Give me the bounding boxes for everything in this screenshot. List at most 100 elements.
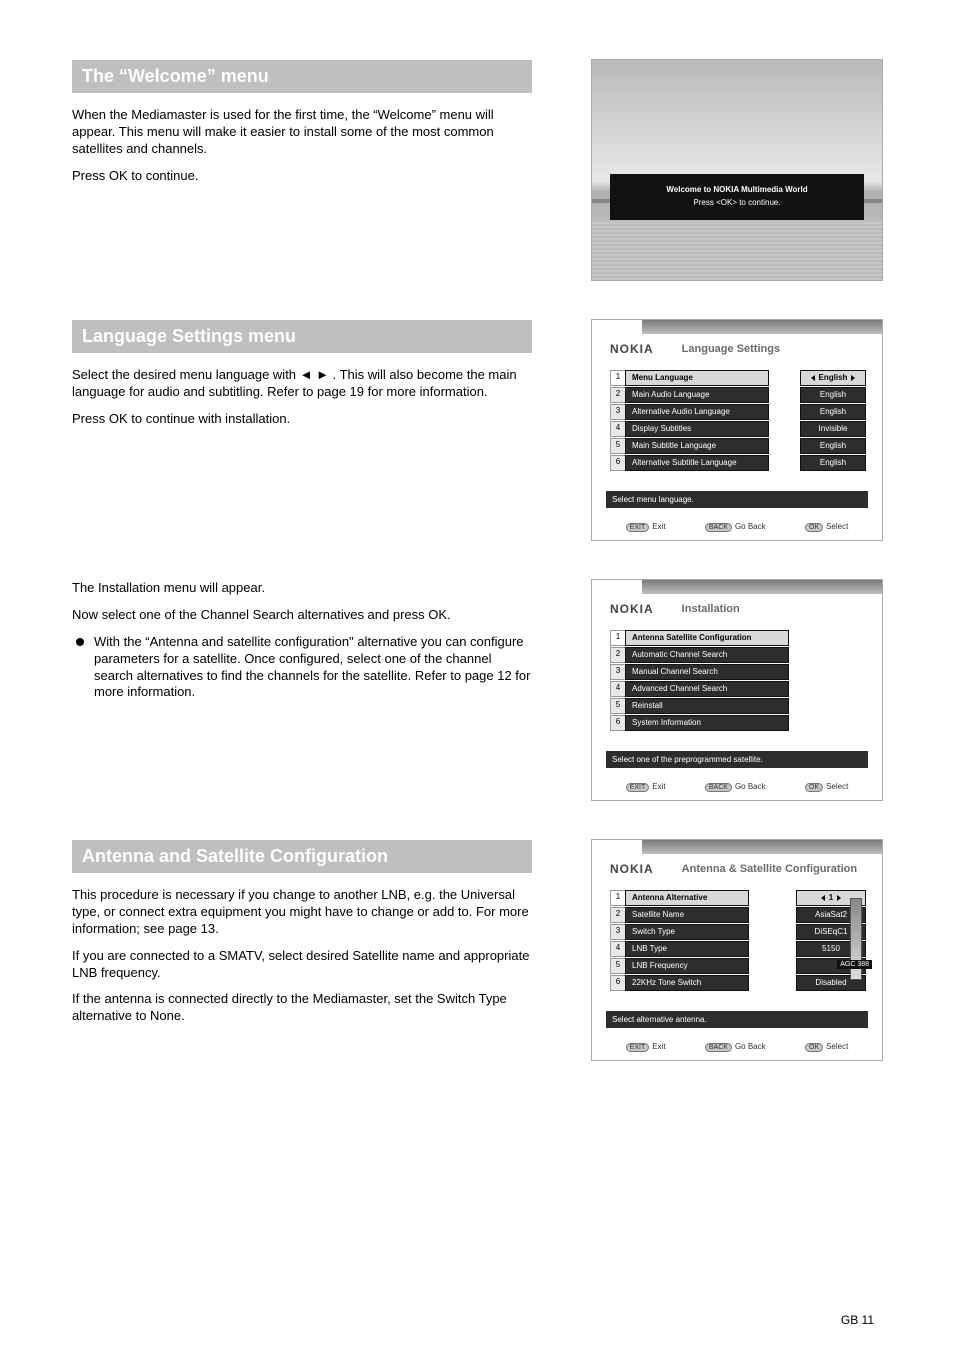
- screenshot-title: Installation: [682, 603, 740, 615]
- menu-row: 2Main Audio Language English: [610, 387, 866, 403]
- antenna-hint: Select alternative antenna.: [606, 1011, 868, 1028]
- install-para-1: The Installation menu will appear.: [72, 580, 532, 597]
- menu-row-label: Display Subtitles: [625, 421, 769, 437]
- heading-antenna: Antenna and Satellite Configuration: [72, 840, 532, 873]
- install-para-2: Now select one of the Channel Search alt…: [72, 607, 532, 624]
- menu-row-number: 6: [610, 715, 625, 731]
- menu-row-label: Antenna Alternative: [625, 890, 749, 906]
- screenshot-footer: EXITExit BACKGo Back OKSelect: [606, 1042, 868, 1052]
- footer-select: OKSelect: [805, 522, 848, 532]
- menu-row-label: Alternative Subtitle Language: [625, 455, 769, 471]
- screenshot-antenna-config: NOKIA Antenna & Satellite Configuration …: [592, 840, 882, 1060]
- select-pill-icon: OK: [805, 1043, 823, 1052]
- back-pill-icon: BACK: [705, 783, 732, 792]
- menu-row-number: 1: [610, 370, 625, 386]
- section-welcome: The “Welcome” menu When the Mediamaster …: [72, 60, 882, 280]
- screenshot-title: Antenna & Satellite Configuration: [682, 863, 857, 875]
- welcome-overlay-line1: Welcome to NOKIA Multimedia World: [616, 184, 858, 197]
- menu-row-label: Antenna Satellite Configuration: [625, 630, 789, 646]
- footer-back: BACKGo Back: [705, 782, 766, 792]
- nokia-logo: NOKIA: [610, 862, 654, 876]
- install-bullet: With the “Antenna and satellite configur…: [72, 634, 532, 702]
- language-para-1: Select the desired menu language with ◄ …: [72, 367, 532, 401]
- footer-back: BACKGo Back: [705, 1042, 766, 1052]
- menu-row-number: 2: [610, 907, 625, 923]
- agc-readout: AGC 388: [837, 960, 872, 969]
- menu-row-number: 4: [610, 681, 625, 697]
- screenshot-footer: EXITExitBACKGo BackOKSelect: [606, 522, 868, 532]
- select-pill-icon: OK: [805, 523, 823, 532]
- install-bullet-text: With the “Antenna and satellite configur…: [94, 634, 532, 702]
- exit-pill-icon: EXIT: [626, 1043, 650, 1052]
- menu-row-number: 5: [610, 958, 625, 974]
- menu-row: 1Antenna Satellite Configuration: [610, 630, 866, 646]
- menu-row-label: Main Audio Language: [625, 387, 769, 403]
- menu-row-label: Reinstall: [625, 698, 789, 714]
- menu-row: 622KHz Tone SwitchDisabled: [610, 975, 866, 991]
- menu-row-label: Satellite Name: [625, 907, 749, 923]
- menu-row: 1Menu Language English: [610, 370, 866, 386]
- menu-row-number: 2: [610, 387, 625, 403]
- menu-row: 2Satellite NameAsiaSat2: [610, 907, 866, 923]
- screenshot-language-settings: NOKIA Language Settings 1Menu Language En…: [592, 320, 882, 540]
- section-installation: The Installation menu will appear. Now s…: [72, 580, 882, 800]
- menu-row: 5Main Subtitle LanguageEnglish: [610, 438, 866, 454]
- menu-row-value: English: [800, 404, 866, 420]
- menu-row: 3Switch TypeDiSEqC1: [610, 924, 866, 940]
- screenshot-welcome: Welcome to NOKIA Multimedia World Press …: [592, 60, 882, 280]
- menu-row: 4Advanced Channel Search: [610, 681, 866, 697]
- welcome-overlay-line2: Press <OK> to continue.: [616, 197, 858, 210]
- menu-row: 6Alternative Subtitle LanguageEnglish: [610, 455, 866, 471]
- antenna-rows: 1Antenna Alternative12Satellite NameAsia…: [610, 890, 866, 991]
- menu-row-number: 5: [610, 698, 625, 714]
- menu-row: 1Antenna Alternative1: [610, 890, 866, 906]
- footer-select: OKSelect: [805, 782, 848, 792]
- screenshot-installation: NOKIA Installation 1Antenna Satellite Co…: [592, 580, 882, 800]
- menu-row-number: 4: [610, 941, 625, 957]
- menu-row-label: Alternative Audio Language: [625, 404, 769, 420]
- menu-row-number: 3: [610, 664, 625, 680]
- exit-pill-icon: EXIT: [626, 783, 650, 792]
- heading-language: Language Settings menu: [72, 320, 532, 353]
- nokia-logo: NOKIA: [610, 342, 654, 356]
- menu-row: 3Alternative Audio Language English: [610, 404, 866, 420]
- antenna-para-3: If the antenna is connected directly to …: [72, 991, 532, 1025]
- menu-row-label: 22KHz Tone Switch: [625, 975, 749, 991]
- language-hint: Select menu language.: [606, 491, 868, 508]
- language-para-2: Press OK to continue with installation.: [72, 411, 532, 428]
- footer-back: BACKGo Back: [705, 522, 766, 532]
- menu-row-value: English: [800, 370, 866, 386]
- menu-row-label: LNB Frequency: [625, 958, 749, 974]
- menu-row-label: System Information: [625, 715, 789, 731]
- menu-row-number: 2: [610, 647, 625, 663]
- screenshot-title: Language Settings: [682, 343, 780, 355]
- select-pill-icon: OK: [805, 783, 823, 792]
- menu-row-label: Main Subtitle Language: [625, 438, 769, 454]
- menu-row: 5LNB Frequency: [610, 958, 866, 974]
- footer-select: OKSelect: [805, 1042, 848, 1052]
- footer-exit: EXITExit: [626, 1042, 666, 1052]
- menu-row-label: Menu Language: [625, 370, 769, 386]
- menu-row-value: English: [800, 387, 866, 403]
- menu-row-number: 3: [610, 404, 625, 420]
- menu-row-number: 1: [610, 630, 625, 646]
- installation-hint: Select one of the preprogrammed satellit…: [606, 751, 868, 768]
- welcome-overlay: Welcome to NOKIA Multimedia World Press …: [610, 174, 864, 220]
- menu-row-number: 1: [610, 890, 625, 906]
- menu-row-label: Advanced Channel Search: [625, 681, 789, 697]
- menu-row: 4Display SubtitlesInvisible: [610, 421, 866, 437]
- screenshot-footer: EXITExitBACKGo BackOKSelect: [606, 782, 868, 792]
- menu-row-number: 4: [610, 421, 625, 437]
- menu-row-number: 5: [610, 438, 625, 454]
- section-language: Language Settings menu Select the desire…: [72, 320, 882, 540]
- menu-row: 6System Information: [610, 715, 866, 731]
- menu-row-number: 6: [610, 455, 625, 471]
- welcome-para-1: When the Mediamaster is used for the fir…: [72, 107, 532, 158]
- antenna-para-2: If you are connected to a SMATV, select …: [72, 948, 532, 982]
- nokia-logo: NOKIA: [610, 602, 654, 616]
- menu-row: 4LNB Type5150: [610, 941, 866, 957]
- exit-pill-icon: EXIT: [626, 523, 650, 532]
- back-pill-icon: BACK: [705, 1043, 732, 1052]
- back-pill-icon: BACK: [705, 523, 732, 532]
- menu-row: 2Automatic Channel Search: [610, 647, 866, 663]
